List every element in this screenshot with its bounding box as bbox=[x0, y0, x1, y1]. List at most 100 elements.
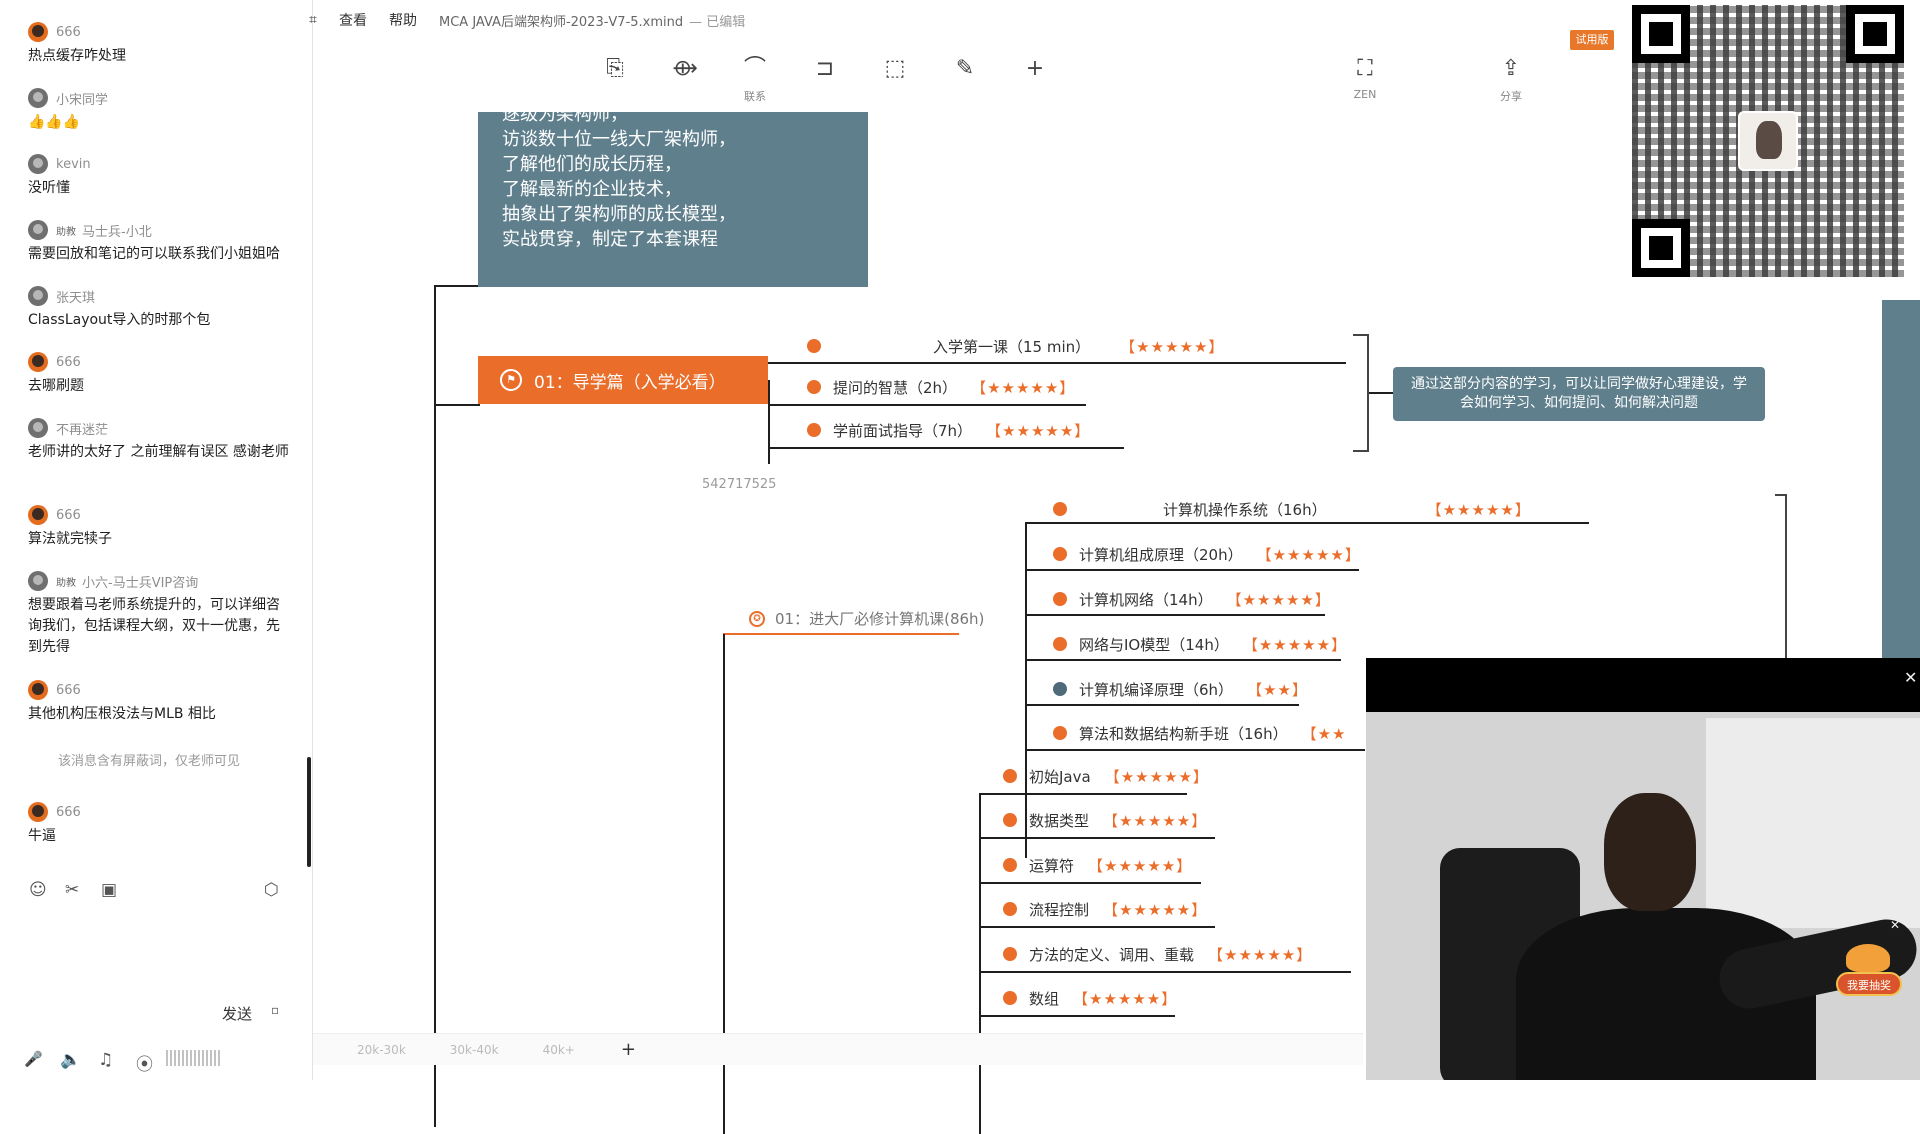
toolbar-summary[interactable]: ⊐ bbox=[799, 56, 851, 88]
send-options-icon[interactable]: ▫ bbox=[271, 1003, 279, 1017]
trial-badge[interactable]: 试用版 bbox=[1570, 30, 1614, 50]
rating-stars: 【★★ bbox=[1301, 724, 1347, 743]
chat-message: kevin 没听懂 bbox=[28, 152, 290, 199]
topic-node[interactable]: 运算符 【★★★★★】 bbox=[1003, 852, 1192, 878]
chat-text: 热点缓存咋处理 bbox=[28, 48, 126, 64]
menu-help[interactable]: 帮助 bbox=[389, 10, 417, 30]
toolbar-subtopic[interactable]: ⟴ bbox=[659, 56, 711, 88]
location-icon[interactable]: ⦿ bbox=[136, 1050, 153, 1075]
add-sheet-button[interactable]: + bbox=[621, 1039, 636, 1060]
toolbar-boundary[interactable]: ⬚ bbox=[869, 56, 921, 88]
topic-node[interactable]: 初始Java 【★★★★★】 bbox=[1003, 763, 1209, 789]
lottery-icon[interactable] bbox=[1846, 944, 1890, 972]
qr-finder bbox=[1632, 219, 1690, 277]
lottery-button[interactable]: 我要抽奖 bbox=[1836, 972, 1902, 996]
mic-icon[interactable]: 🎤 bbox=[24, 1050, 43, 1068]
topic-node[interactable]: 流程控制 【★★★★★】 bbox=[1003, 896, 1207, 922]
topic-node[interactable]: 数据类型 【★★★★★】 bbox=[1003, 807, 1207, 833]
rating-stars: 【★★★★★】 bbox=[1104, 767, 1209, 786]
intro-node[interactable]: 逐级为架构师， 访谈数十位一线大厂架构师， 了解他们的成长历程， 了解最新的企业… bbox=[478, 112, 868, 287]
toolbar-insert[interactable]: + bbox=[1009, 56, 1061, 88]
dot-icon bbox=[1003, 858, 1017, 872]
avatar bbox=[28, 154, 48, 174]
dot-icon bbox=[1053, 547, 1067, 561]
connector bbox=[434, 285, 480, 287]
topic-node[interactable]: 计算机操作系统（16h） 【★★★★★】 bbox=[1053, 496, 1531, 522]
music-icon[interactable]: ♫ bbox=[98, 1050, 113, 1070]
topic-node[interactable]: 数组 【★★★★★】 bbox=[1003, 985, 1177, 1011]
webcam-video[interactable] bbox=[1366, 658, 1920, 1080]
chat-message: 666 去哪刷题 bbox=[28, 350, 290, 397]
section-title: 01：进大厂必修计算机课(86h) bbox=[775, 610, 985, 628]
topic-node[interactable]: 计算机编译原理（6h） 【★★】 bbox=[1053, 676, 1308, 702]
topic-node[interactable]: 提问的智慧（2h） 【★★★★★】 bbox=[807, 374, 1075, 400]
chat-text: 算法就完犊子 bbox=[28, 531, 112, 547]
menu-view[interactable]: 查看 bbox=[339, 10, 367, 30]
emoji-icon[interactable]: ☺ bbox=[29, 880, 47, 900]
toolbar-zen[interactable]: ⛶ ZEN bbox=[1339, 56, 1391, 101]
rating-stars: 【★★★★★】 bbox=[1226, 590, 1331, 609]
dot-icon bbox=[1053, 726, 1067, 740]
topic-underline bbox=[979, 793, 1187, 795]
topic-node[interactable]: 方法的定义、调用、重载 【★★★★★】 bbox=[1003, 941, 1312, 967]
intro-line: 了解他们的成长历程， bbox=[502, 154, 682, 175]
edit-status: — 已编辑 bbox=[689, 14, 746, 30]
qr-avatar-logo bbox=[1738, 111, 1798, 171]
sheet-tab[interactable]: 30k-40k bbox=[450, 1043, 499, 1057]
sheet-tab[interactable]: 20k-30k bbox=[357, 1043, 406, 1057]
settings-icon[interactable]: ⬡ bbox=[264, 880, 279, 900]
close-icon[interactable]: ✕ bbox=[1904, 668, 1917, 687]
rating-stars: 【★★★★★】 bbox=[971, 378, 1076, 397]
zen-label: ZEN bbox=[1353, 88, 1377, 101]
intro-line: 逐级为架构师， bbox=[502, 112, 628, 125]
video-person-head bbox=[1604, 793, 1696, 911]
chat-username: 666 bbox=[56, 24, 81, 40]
toolbar-insert-topic[interactable]: ⎘ bbox=[589, 56, 641, 88]
chat-text: 老师讲的太好了 之前理解有误区 感谢老师 bbox=[28, 444, 289, 460]
topic-node[interactable]: 计算机组成原理（20h） 【★★★★★】 bbox=[1053, 541, 1361, 567]
topic-underline bbox=[979, 837, 1215, 839]
dot-icon bbox=[1003, 813, 1017, 827]
summary-note[interactable]: 通过这部分内容的学习，可以让同学做好心理建设，学会如何学习、如何提问、如何解决问… bbox=[1393, 367, 1765, 421]
document-filename: MCA JAVA后端架构师-2023-V7-5.xmind bbox=[439, 14, 684, 30]
topic-underline bbox=[1025, 522, 1589, 524]
speaker-icon[interactable]: 🔈 bbox=[60, 1050, 81, 1070]
toolbar-relationship[interactable]: ⌒ 联系 bbox=[729, 56, 781, 104]
send-button[interactable]: 发送 bbox=[222, 1003, 252, 1024]
topic-node[interactable]: 入学第一课（15 min） 【★★★★★】 bbox=[807, 333, 1224, 359]
topic-node[interactable]: 学前面试指导（7h） 【★★★★★】 bbox=[807, 417, 1090, 443]
topic-node[interactable]: 网络与IO模型（14h） 【★★★★★】 bbox=[1053, 631, 1347, 657]
toolbar-share[interactable]: ⇪ 分享 bbox=[1485, 56, 1537, 104]
intro-line: 访谈数十位一线大厂架构师， bbox=[502, 129, 736, 150]
chat-username: 666 bbox=[56, 682, 81, 698]
dot-icon bbox=[1003, 991, 1017, 1005]
avatar bbox=[28, 802, 48, 822]
section-node-guide[interactable]: ⚑ 01：导学篇（入学必看） bbox=[478, 356, 768, 404]
topic-node[interactable]: 计算机网络（14h） 【★★★★★】 bbox=[1053, 586, 1331, 612]
topic-node[interactable]: 算法和数据结构新手班（16h） 【★★ bbox=[1053, 720, 1347, 746]
intro-line: 了解最新的企业技术， bbox=[502, 179, 682, 200]
chat-message: 助教 马士兵-小北 需要回放和笔记的可以联系我们小姐姐哈 bbox=[28, 218, 290, 265]
rating-stars: 【★★★★★】 bbox=[1103, 900, 1208, 919]
assistant-badge: 助教 bbox=[56, 577, 76, 589]
section-underline bbox=[723, 633, 959, 635]
chat-username: 小六-马士兵VIP咨询 bbox=[82, 575, 199, 591]
chat-message: 张天琪 ClassLayout导入的时那个包 bbox=[28, 284, 290, 331]
star-ring-icon: ✪ bbox=[749, 610, 765, 627]
chat-text: 👍👍👍 bbox=[28, 114, 81, 130]
toolbar-note[interactable]: ✎ bbox=[939, 56, 991, 88]
chat-scrollbar[interactable] bbox=[307, 757, 311, 867]
close-icon[interactable]: ✕ bbox=[1890, 918, 1900, 932]
image-icon[interactable]: ▣ bbox=[101, 880, 117, 900]
scissors-icon[interactable]: ✂ bbox=[65, 880, 79, 900]
chat-message: 666 热点缓存咋处理 bbox=[28, 20, 290, 67]
dot-icon bbox=[1053, 592, 1067, 606]
assistant-badge: 助教 bbox=[56, 226, 76, 238]
intro-line: 实战贯穿，制定了本套课程 bbox=[502, 229, 718, 250]
watermark-id: 542717525 bbox=[702, 477, 777, 492]
menu-item-partial[interactable]: ⌗ bbox=[309, 12, 317, 28]
side-panel-edge bbox=[1882, 300, 1920, 660]
sheet-tab[interactable]: 40k+ bbox=[543, 1043, 575, 1057]
rating-stars: 【★★★★★】 bbox=[1426, 500, 1531, 519]
section-node-cs[interactable]: ✪ 01：进大厂必修计算机课(86h) bbox=[749, 608, 984, 629]
